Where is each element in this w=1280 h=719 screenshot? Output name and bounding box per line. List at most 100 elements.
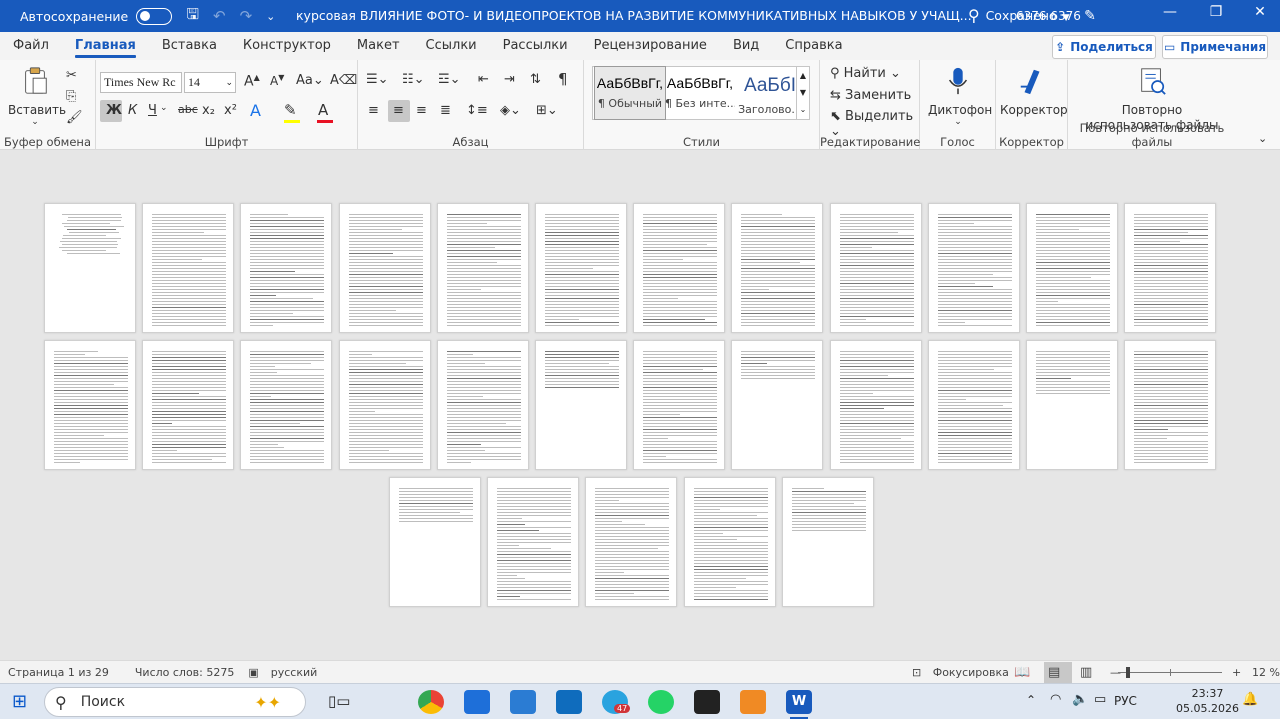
clear-formatting-icon[interactable]: A⌫ [330, 73, 357, 88]
save-icon[interactable]: 🖫 [186, 4, 199, 29]
sort-icon[interactable]: ⇅ [530, 72, 541, 87]
tab-8[interactable]: Вид [720, 32, 772, 60]
justify-icon[interactable]: ≣ [440, 103, 451, 118]
close-icon[interactable]: ✕ [1240, 4, 1280, 20]
increase-indent-icon[interactable]: ⇥ [504, 72, 515, 87]
shrink-font-icon[interactable]: A▼ [270, 73, 284, 88]
clock[interactable]: 23:37 05.05.2026 [1176, 686, 1239, 716]
collapse-ribbon-icon[interactable]: ⌄ [1258, 132, 1267, 145]
line-spacing-icon[interactable]: ↕≡ [466, 103, 488, 118]
style-item-1[interactable]: АаБбВвГг, ¶ Без инте... [665, 67, 735, 119]
tab-4[interactable]: Макет [344, 32, 413, 60]
change-case-icon[interactable]: Aa⌄ [296, 73, 324, 88]
tab-5[interactable]: Ссылки [413, 32, 490, 60]
align-left-icon[interactable]: ≡ [368, 103, 379, 118]
tab-6[interactable]: Рассылки [490, 32, 581, 60]
page-thumbnail[interactable] [829, 203, 922, 333]
zoom-thumb[interactable] [1126, 667, 1130, 678]
redo-icon[interactable]: ↷ [240, 7, 253, 25]
share-button[interactable]: ⇪ Поделиться [1052, 35, 1156, 59]
page-thumbnail[interactable] [927, 203, 1020, 333]
page-thumbnail[interactable] [338, 203, 431, 333]
subscript-button[interactable]: x₂ [202, 103, 215, 118]
find-button[interactable]: ⚲ Найти ⌄ [830, 66, 901, 81]
tab-2[interactable]: Вставка [149, 32, 230, 60]
maximize-icon[interactable]: ❐ [1196, 4, 1236, 20]
zoom-level[interactable]: 12 % [1252, 666, 1280, 679]
page-thumbnail[interactable] [731, 203, 824, 333]
page-thumbnail[interactable] [142, 203, 235, 333]
borders-icon[interactable]: ⊞⌄ [536, 103, 558, 118]
tray-expand-icon[interactable]: ⌃ [1026, 693, 1036, 707]
page-thumbnail[interactable] [487, 477, 580, 607]
comments-button[interactable]: ▭ Примечания [1162, 35, 1268, 59]
whatsapp-icon[interactable] [648, 690, 674, 714]
page-thumbnail[interactable] [1124, 340, 1217, 470]
align-right-icon[interactable]: ≡ [416, 103, 427, 118]
task-view-icon[interactable]: ▯▭ [328, 692, 350, 710]
page-thumbnail[interactable] [436, 203, 529, 333]
outlook-icon[interactable] [556, 690, 582, 714]
bullets-icon[interactable]: ☰⌄ [366, 72, 389, 87]
undo-icon[interactable]: ↶ [213, 7, 226, 25]
focus-button[interactable]: ⊡ Фокусировка [912, 666, 1009, 679]
underline-dropdown-icon[interactable]: ⌄ [160, 103, 168, 113]
replace-button[interactable]: ⇆ Заменить [830, 88, 911, 103]
text-effects-icon[interactable]: A [250, 101, 261, 120]
input-language[interactable]: РУС [1114, 694, 1137, 708]
page-thumbnail[interactable] [142, 340, 235, 470]
language[interactable]: русский [271, 666, 318, 679]
numbering-icon[interactable]: ☷⌄ [402, 72, 425, 87]
highlight-icon[interactable]: ✎ [284, 101, 297, 119]
page-thumbnail[interactable] [436, 340, 529, 470]
page-thumbnail[interactable] [535, 340, 627, 470]
styles-scroll[interactable]: ▲ ▼ ⌄ [796, 66, 810, 120]
page-thumbnail[interactable] [1026, 340, 1118, 470]
taskbar-search[interactable]: ⚲ Поиск ✦✦ [44, 687, 306, 717]
tab-1[interactable]: Главная [62, 32, 149, 60]
battery-icon[interactable]: ▭ [1094, 692, 1106, 707]
page-thumbnail[interactable] [829, 340, 922, 470]
cut-icon[interactable]: ✂ [66, 68, 77, 83]
page-thumbnail[interactable] [338, 340, 431, 470]
autosave-toggle[interactable] [136, 7, 173, 25]
page-thumbnail[interactable] [683, 477, 776, 607]
chrome-icon[interactable] [418, 690, 444, 714]
user-avatar-icon[interactable]: ✎ [1070, 8, 1110, 24]
page-thumbnail[interactable] [781, 477, 874, 607]
page-thumbnail[interactable] [1026, 203, 1118, 333]
minimize-icon[interactable]: — [1150, 4, 1190, 20]
word-count[interactable]: Число слов: 5275 [135, 666, 234, 679]
paste-button[interactable]: Вставить ⌄ [8, 66, 66, 127]
underline-button[interactable]: Ч [148, 103, 157, 118]
start-icon[interactable]: ⊞ [12, 691, 27, 712]
page-thumbnail[interactable] [389, 477, 481, 607]
customize-qat-icon[interactable]: ⌄ [266, 10, 275, 23]
word-icon[interactable]: W [786, 690, 812, 714]
dictation-button[interactable]: Диктофон ⌄ [928, 66, 992, 127]
page-thumbnail[interactable] [1124, 203, 1217, 333]
volume-icon[interactable]: 🔈 [1072, 692, 1088, 707]
sublime-icon[interactable] [740, 690, 766, 714]
italic-button[interactable]: К [128, 103, 137, 118]
tab-3[interactable]: Конструктор [230, 32, 344, 60]
page-thumbnail[interactable] [927, 340, 1020, 470]
tab-9[interactable]: Справка [772, 32, 855, 60]
document-title[interactable]: курсовая ВЛИЯНИЕ ФОТО- И ВИДЕОПРОЕКТОВ Н… [296, 8, 1070, 23]
bold-button[interactable]: Ж [106, 103, 122, 118]
page-count[interactable]: Страница 1 из 29 [8, 666, 109, 679]
align-center-icon[interactable]: ≡ [393, 103, 404, 118]
zoom-slider[interactable] [1118, 667, 1222, 678]
decrease-indent-icon[interactable]: ⇤ [478, 72, 489, 87]
document-workspace[interactable] [0, 151, 1280, 660]
style-item-0[interactable]: АаБбВвГг, ¶ Обычный [594, 66, 666, 120]
wifi-icon[interactable]: ◠ [1050, 692, 1061, 707]
page-thumbnail[interactable] [44, 203, 136, 333]
proofing-icon[interactable]: ▣ [248, 666, 258, 679]
font-color-icon[interactable]: A [318, 101, 328, 119]
print-layout-icon[interactable]: ▤ [1048, 665, 1060, 680]
page-thumbnail[interactable] [44, 340, 136, 470]
zoom-in-icon[interactable]: + [1232, 666, 1241, 679]
multilevel-list-icon[interactable]: ☲⌄ [438, 72, 461, 87]
capcut-icon[interactable] [694, 690, 720, 714]
